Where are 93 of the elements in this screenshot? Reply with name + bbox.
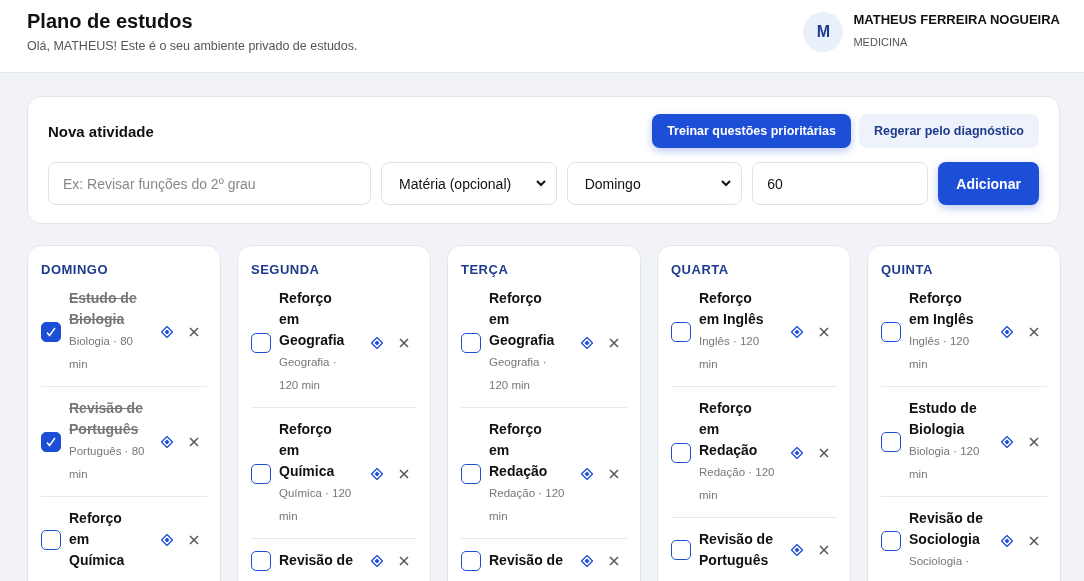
task-checkbox[interactable] — [881, 432, 901, 452]
task-title: Reforço em Geografia — [279, 289, 346, 350]
task-meta: Redação · 120 min — [699, 465, 775, 503]
close-icon[interactable] — [1029, 327, 1039, 337]
check-icon — [45, 326, 57, 338]
task-checkbox[interactable] — [461, 332, 481, 353]
task-meta: Geografia · 120 min — [489, 355, 548, 393]
day-title: QUINTA — [881, 262, 934, 277]
diamond-icon[interactable] — [1001, 534, 1013, 547]
task-title: Revisão de Português — [699, 530, 774, 570]
close-icon[interactable] — [609, 468, 619, 479]
task-meta: Português · 80 min — [69, 444, 145, 482]
caret-icon — [535, 180, 546, 187]
close-icon[interactable] — [1029, 437, 1039, 447]
task-meta: Sociologia · — [909, 554, 971, 569]
task-title: Reforço em Química — [69, 509, 126, 570]
close-icon[interactable] — [399, 555, 409, 566]
task-title: Revisão de — [489, 551, 564, 570]
task-checkbox[interactable] — [251, 332, 271, 353]
check-icon — [45, 436, 57, 448]
close-icon[interactable] — [609, 555, 619, 566]
day-select[interactable]: Domingo — [566, 162, 743, 205]
task-checkbox[interactable] — [41, 322, 61, 342]
task-checkbox[interactable] — [671, 540, 691, 560]
task-checkbox[interactable] — [251, 550, 271, 571]
close-icon[interactable] — [189, 534, 199, 545]
task-title: Estudo de Biologia — [909, 399, 978, 439]
task-title: Reforço em Geografia — [489, 289, 556, 350]
day-title: QUARTA — [671, 262, 730, 277]
task-checkbox[interactable] — [41, 529, 61, 550]
day-title: DOMINGO — [41, 262, 110, 277]
task-checkbox[interactable] — [461, 463, 481, 484]
close-icon[interactable] — [819, 327, 829, 337]
user-name: MATHEUS FERREIRA NOGUEIRA — [853, 12, 1060, 27]
close-icon[interactable] — [189, 437, 199, 447]
greeting-text: Olá, MATHEUS! Este é o seu ambiente privado de estudos. — [27, 39, 358, 53]
task-title: Revisão de Sociologia — [909, 509, 984, 549]
diamond-icon[interactable] — [791, 326, 803, 338]
close-icon[interactable] — [609, 337, 619, 348]
task-checkbox[interactable] — [881, 530, 901, 551]
diamond-icon[interactable] — [791, 544, 803, 556]
task-checkbox[interactable] — [41, 432, 61, 452]
train-button[interactable]: Treinar questões prioritárias — [652, 114, 851, 148]
task-title: Reforço em Química — [279, 420, 336, 481]
user-course: MEDICINA — [853, 36, 909, 48]
minutes-field[interactable]: 60 — [752, 162, 929, 205]
task-title: Revisão de — [279, 551, 354, 570]
task-checkbox[interactable] — [251, 463, 271, 484]
diamond-icon[interactable] — [581, 336, 593, 349]
regenerate-button[interactable]: Regerar pelo diagnóstico — [858, 114, 1039, 148]
close-icon[interactable] — [399, 337, 409, 348]
task-checkbox[interactable] — [671, 322, 691, 342]
description-field[interactable]: Ex: Revisar funções do 2º grau — [48, 162, 372, 205]
diamond-icon[interactable] — [1001, 326, 1013, 338]
task-title: Estudo de Biologia — [69, 289, 138, 329]
close-icon[interactable] — [1029, 535, 1039, 546]
task-checkbox[interactable] — [881, 322, 901, 342]
page-title: Plano de estudos — [27, 9, 194, 33]
diamond-icon[interactable] — [161, 326, 173, 338]
task-title: Reforço em Redação — [699, 399, 759, 460]
diamond-icon[interactable] — [581, 467, 593, 480]
close-icon[interactable] — [189, 327, 199, 337]
task-checkbox[interactable] — [671, 442, 691, 463]
task-meta: Biologia · 80 min — [69, 334, 134, 372]
close-icon[interactable] — [819, 447, 829, 458]
task-meta: Redação · 120 min — [489, 486, 565, 524]
diamond-icon[interactable] — [581, 554, 593, 567]
add-button[interactable]: Adicionar — [938, 162, 1039, 205]
day-title: TERÇA — [461, 262, 510, 277]
diamond-icon[interactable] — [371, 336, 383, 349]
close-icon[interactable] — [399, 468, 409, 479]
diamond-icon[interactable] — [371, 554, 383, 567]
task-title: Reforço em Redação — [489, 420, 549, 481]
diamond-icon[interactable] — [161, 436, 173, 448]
diamond-icon[interactable] — [161, 533, 173, 546]
subject-select[interactable]: Matéria (opcional) — [381, 162, 557, 205]
diamond-icon[interactable] — [1001, 436, 1013, 448]
day-title: SEGUNDA — [251, 262, 321, 277]
task-title: Reforço em Inglês — [909, 289, 975, 329]
diamond-icon[interactable] — [791, 446, 803, 459]
task-meta: Biologia · 120 min — [909, 444, 981, 482]
task-meta: Inglês · 120 min — [909, 334, 971, 372]
task-title: Revisão de Português — [69, 399, 144, 439]
task-title: Reforço em Inglês — [699, 289, 765, 329]
task-meta: Química · 120 min — [279, 486, 353, 524]
caret-icon — [721, 180, 732, 187]
avatar: M — [803, 12, 844, 52]
task-meta: Geografia · 120 min — [279, 355, 338, 393]
section-title: Nova atividade — [48, 122, 154, 140]
close-icon[interactable] — [819, 545, 829, 555]
diamond-icon[interactable] — [371, 467, 383, 480]
task-meta: Inglês · 120 min — [699, 334, 761, 372]
task-checkbox[interactable] — [461, 550, 481, 571]
